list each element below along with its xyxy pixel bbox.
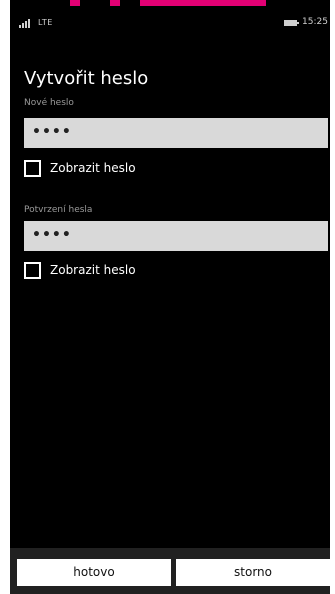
brand-logo-fragment bbox=[110, 0, 120, 6]
app-bar: hotovo storno bbox=[10, 548, 330, 594]
show-confirm-password-label: Zobrazit heslo bbox=[50, 263, 136, 277]
show-new-password-checkbox[interactable] bbox=[24, 160, 41, 177]
confirm-password-field[interactable]: •••• bbox=[24, 221, 328, 251]
show-confirm-password-checkbox[interactable] bbox=[24, 262, 41, 279]
new-password-label: Nové heslo bbox=[24, 98, 74, 108]
network-type: LTE bbox=[38, 18, 53, 27]
show-new-password-checkbox-row[interactable]: Zobrazit heslo bbox=[24, 159, 224, 181]
brand-logo-fragment bbox=[140, 0, 266, 6]
new-password-field[interactable]: •••• bbox=[24, 118, 328, 148]
signal-strength-icon bbox=[19, 18, 35, 28]
brand-logo-strip bbox=[10, 0, 330, 6]
cancel-button[interactable]: storno bbox=[176, 559, 330, 586]
battery-icon bbox=[284, 20, 299, 26]
screenshot-frame: LTE 15:25 Vytvořit heslo Nové heslo ••••… bbox=[0, 0, 335, 594]
clock: 15:25 bbox=[302, 17, 328, 27]
confirm-password-label: Potvrzení hesla bbox=[24, 205, 93, 215]
status-bar: LTE 15:25 bbox=[10, 12, 330, 34]
done-button[interactable]: hotovo bbox=[17, 559, 171, 586]
show-new-password-label: Zobrazit heslo bbox=[50, 161, 136, 175]
phone-screen: LTE 15:25 Vytvořit heslo Nové heslo ••••… bbox=[10, 0, 330, 594]
brand-logo-fragment bbox=[70, 0, 80, 6]
page-title: Vytvořit heslo bbox=[24, 68, 149, 89]
show-confirm-password-checkbox-row[interactable]: Zobrazit heslo bbox=[24, 261, 224, 283]
